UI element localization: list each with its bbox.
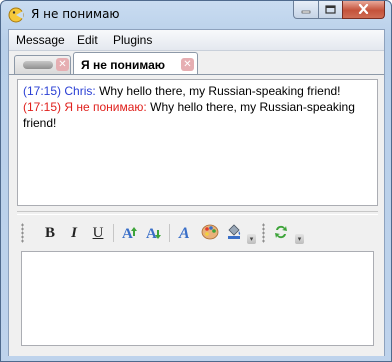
color-palette-button[interactable]	[199, 222, 221, 244]
bold-button[interactable]: B	[39, 222, 61, 244]
bold-icon: B	[44, 224, 55, 241]
paint-bucket-icon	[225, 223, 243, 244]
maximize-button[interactable]	[318, 1, 343, 19]
font-glyph: A	[178, 225, 190, 241]
menu-edit[interactable]: Edit	[77, 33, 98, 47]
toolbar-separator	[113, 224, 114, 242]
conversation-tabs: ✕ Я не понимаю ✕	[9, 51, 384, 75]
toolbar-grip[interactable]	[21, 223, 24, 243]
toolbar-grip[interactable]	[262, 223, 265, 243]
menu-message[interactable]: Message	[16, 33, 65, 47]
shrink-font-button[interactable]: A	[143, 222, 165, 244]
message-text: Why hello there, my Russian-speaking fri…	[99, 84, 341, 98]
insert-smiley-button[interactable]	[270, 222, 292, 244]
message-sender: Chris:	[64, 84, 96, 98]
window-title: Я не понимаю	[31, 7, 120, 21]
title-bar[interactable]: Я не понимаю	[1, 1, 391, 28]
svg-text:A: A	[146, 226, 157, 241]
close-icon	[358, 3, 369, 17]
window-client: Message Edit Plugins ✕ Я не понимаю ✕ (1…	[8, 29, 385, 356]
conversation-panel: (17:15) Chris: Why hello there, my Russi…	[9, 74, 384, 356]
tab-close-icon[interactable]: ✕	[181, 58, 194, 71]
smiley-dropdown[interactable]: ▾	[295, 234, 304, 244]
italic-icon: I	[71, 224, 77, 241]
blurred-avatar-icon	[23, 61, 53, 69]
menu-bar: Message Edit Plugins	[9, 30, 384, 51]
shrink-font-icon: A	[145, 223, 163, 244]
grow-font-icon: A	[121, 223, 139, 244]
grow-font-button[interactable]: A	[119, 222, 141, 244]
message-input[interactable]	[21, 251, 374, 346]
maximize-icon	[325, 3, 336, 17]
underline-icon: U	[92, 224, 104, 241]
menu-plugins[interactable]: Plugins	[113, 33, 152, 47]
chat-message: (17:15) Я не понимаю: Why hello there, m…	[23, 99, 372, 131]
tab-blurred-contact[interactable]: ✕	[14, 55, 71, 74]
minimize-button[interactable]	[293, 1, 319, 19]
font-face-icon: A	[177, 223, 195, 244]
font-face-button[interactable]: A	[175, 222, 197, 244]
tab-ya-ne-ponimayu[interactable]: Я не понимаю ✕	[73, 52, 198, 75]
italic-button[interactable]: I	[63, 222, 85, 244]
tab-close-icon[interactable]: ✕	[56, 58, 69, 71]
swap-arrows-icon	[272, 223, 290, 244]
chat-history[interactable]: (17:15) Chris: Why hello there, my Russi…	[17, 79, 378, 206]
message-time: (17:15)	[23, 100, 62, 114]
pane-splitter[interactable]	[17, 211, 378, 215]
format-toolbar: B I U A A A ▾ ▾	[21, 220, 311, 246]
background-fill-dropdown[interactable]: ▾	[247, 234, 256, 244]
minimize-icon	[301, 3, 311, 17]
toolbar-separator	[169, 224, 170, 242]
close-button[interactable]	[342, 1, 385, 19]
pidgin-app-icon	[8, 7, 24, 23]
conversation-window: Я не понимаю Message Edit Plugins ✕ Я не…	[0, 0, 392, 362]
underline-button[interactable]: U	[87, 222, 109, 244]
message-time: (17:15)	[23, 84, 62, 98]
message-sender: Я не понимаю:	[64, 100, 147, 114]
color-palette-icon	[201, 223, 219, 244]
svg-text:A: A	[122, 226, 133, 241]
chat-message: (17:15) Chris: Why hello there, my Russi…	[23, 83, 372, 99]
tab-label: Я не понимаю	[81, 58, 166, 72]
background-fill-button[interactable]	[223, 222, 245, 244]
